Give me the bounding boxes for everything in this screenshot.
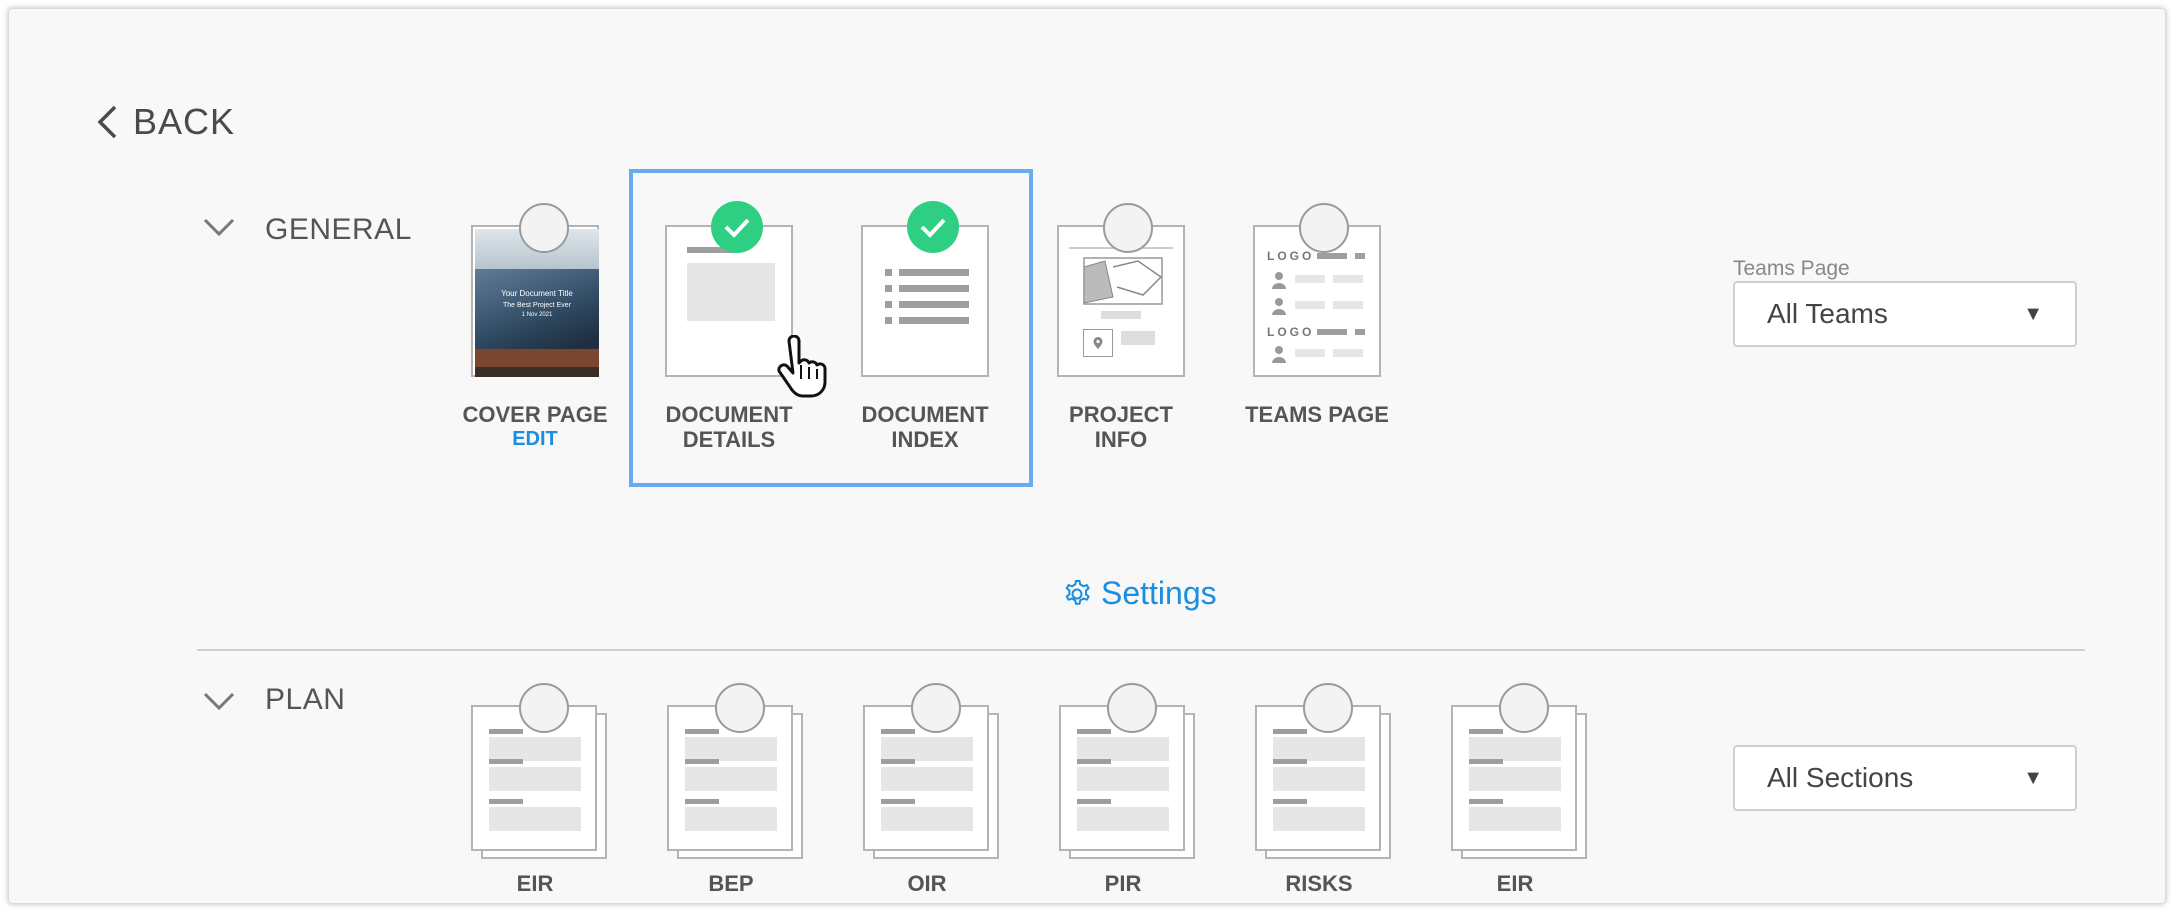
teams-page-label: TEAMS PAGE xyxy=(1245,402,1389,427)
teams-logo-text-2: LOGO xyxy=(1267,325,1315,339)
plan-eir-label: EIR xyxy=(516,871,554,896)
plan-bep-select-radio[interactable] xyxy=(715,683,765,733)
plan-eir-select-radio[interactable] xyxy=(519,683,569,733)
settings-link[interactable]: Settings xyxy=(1061,575,1217,612)
cover-title-text: Your Document Title xyxy=(501,289,573,298)
plan-pir-select-radio[interactable] xyxy=(1107,683,1157,733)
person-icon xyxy=(1272,272,1286,289)
plan-section-title: PLAN xyxy=(265,683,346,716)
teams-select-value: All Teams xyxy=(1767,298,1888,329)
plan-oir-label: OIR xyxy=(907,871,947,896)
section-divider xyxy=(197,649,2085,651)
sections-select-value: All Sections xyxy=(1767,762,1914,793)
checkmark-icon xyxy=(724,218,750,238)
plan-risks-select-radio[interactable] xyxy=(1303,683,1353,733)
caret-down-icon: ▼ xyxy=(2023,766,2043,789)
cover-page-label: COVER PAGE xyxy=(462,402,608,427)
settings-label: Settings xyxy=(1101,575,1217,611)
chevron-left-icon xyxy=(97,105,117,139)
checkmark-icon xyxy=(920,218,946,238)
teams-page-field-label: Teams Page xyxy=(1733,257,1850,280)
cover-page-edit-link[interactable]: EDIT xyxy=(435,427,635,452)
back-label: BACK xyxy=(133,101,236,142)
document-index-label-2: INDEX xyxy=(891,427,959,452)
plan-eir-select-radio[interactable] xyxy=(1499,683,1549,733)
caret-down-icon: ▼ xyxy=(2023,302,2043,325)
teams-logo-text-1: LOGO xyxy=(1267,249,1315,263)
person-icon xyxy=(1272,346,1286,363)
back-button[interactable]: BACK xyxy=(95,97,235,147)
plan-bep-label: BEP xyxy=(708,871,754,896)
plan-oir-select-radio[interactable] xyxy=(911,683,961,733)
project-info-select-radio[interactable] xyxy=(1103,203,1153,253)
chevron-down-icon xyxy=(203,692,235,711)
plan-risks-label: RISKS xyxy=(1285,871,1353,896)
cover-page-select-radio[interactable] xyxy=(519,203,569,253)
project-info-label-1: PROJECT xyxy=(1069,402,1173,427)
document-index-label-1: DOCUMENT xyxy=(861,402,989,427)
cover-date-text: 1 Nov 2021 xyxy=(521,312,553,318)
location-pin-icon xyxy=(1093,337,1103,349)
cover-subtitle-text: The Best Project Ever xyxy=(502,302,572,309)
teams-select-dropdown[interactable]: All Teams ▼ xyxy=(1733,281,2077,347)
document-builder-panel: BACK GENERAL Your Document Title The Bes… xyxy=(8,8,2166,904)
plan-collapse-toggle[interactable] xyxy=(203,691,235,716)
gear-icon xyxy=(1065,579,1090,605)
person-icon xyxy=(1272,298,1286,315)
document-details-label-1: DOCUMENT xyxy=(665,402,793,427)
chevron-down-icon xyxy=(203,218,235,237)
map-thumbnail-icon xyxy=(1083,257,1163,305)
document-details-label-2: DETAILS xyxy=(682,427,776,452)
plan-eir-label: EIR xyxy=(1496,871,1534,896)
general-collapse-toggle[interactable] xyxy=(203,217,235,242)
project-info-label-2: INFO xyxy=(1094,427,1148,452)
teams-page-select-radio[interactable] xyxy=(1299,203,1349,253)
document-details-checked-icon[interactable] xyxy=(711,201,763,253)
plan-pir-label: PIR xyxy=(1104,871,1142,896)
sections-select-dropdown[interactable]: All Sections ▼ xyxy=(1733,745,2077,811)
general-section-title: GENERAL xyxy=(265,213,412,246)
hand-cursor-icon xyxy=(777,335,827,398)
document-index-checked-icon[interactable] xyxy=(907,201,959,253)
